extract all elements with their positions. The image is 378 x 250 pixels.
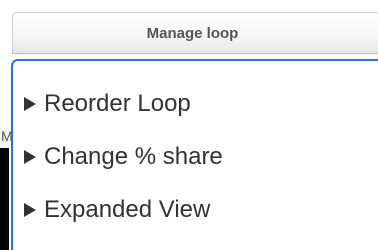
manage-loop-dropdown: Reorder Loop Change % share Expanded Vie…: [11, 59, 378, 250]
menu-item-expanded-view[interactable]: Expanded View: [24, 195, 223, 224]
menu-item-label: Reorder Loop: [44, 89, 191, 117]
manage-loop-button[interactable]: Manage loop: [12, 12, 378, 54]
menu-item-reorder-loop[interactable]: Reorder Loop: [24, 89, 223, 118]
triangle-right-icon: [24, 149, 36, 164]
menu-list: Reorder Loop Change % share Expanded Vie…: [24, 89, 223, 224]
triangle-right-icon: [24, 202, 36, 217]
page: M Manage loop Reorder Loop Change % shar…: [0, 0, 378, 250]
background-dark-panel: [0, 148, 9, 250]
menu-item-change-share[interactable]: Change % share: [24, 142, 223, 171]
menu-item-label: Expanded View: [44, 195, 211, 223]
triangle-right-icon: [24, 96, 36, 111]
menu-item-label: Change % share: [44, 142, 223, 170]
